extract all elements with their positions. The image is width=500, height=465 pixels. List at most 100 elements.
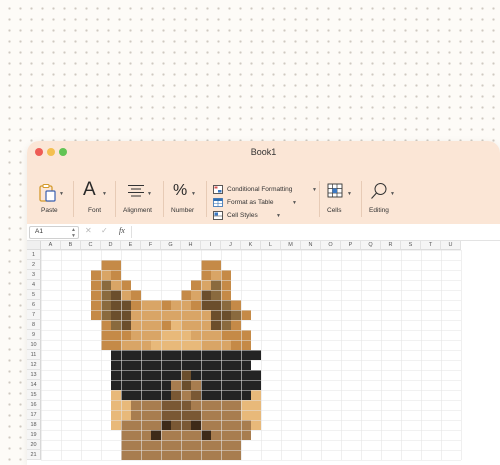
- pixel-cell[interactable]: [221, 300, 231, 310]
- cancel-icon[interactable]: ✕: [85, 226, 92, 235]
- pixel-cell[interactable]: [121, 360, 131, 370]
- pixel-cell[interactable]: [191, 410, 201, 420]
- pixel-cell[interactable]: [241, 370, 251, 380]
- pixel-cell[interactable]: [191, 300, 201, 310]
- font-button[interactable]: A ▼ Font: [81, 179, 111, 219]
- column-header-k[interactable]: K: [241, 241, 261, 250]
- pixel-cell[interactable]: [141, 320, 151, 330]
- pixel-cell[interactable]: [191, 330, 201, 340]
- pixel-cell[interactable]: [211, 260, 221, 270]
- pixel-cell[interactable]: [101, 280, 111, 290]
- pixel-cell[interactable]: [211, 370, 221, 380]
- pixel-cell[interactable]: [91, 300, 101, 310]
- pixel-cell[interactable]: [221, 370, 231, 380]
- pixel-cell[interactable]: [201, 420, 211, 430]
- pixel-cell[interactable]: [171, 380, 181, 390]
- pixel-cell[interactable]: [171, 310, 181, 320]
- pixel-cell[interactable]: [241, 340, 251, 350]
- pixel-cell[interactable]: [161, 420, 171, 430]
- pixel-cell[interactable]: [161, 400, 171, 410]
- pixel-cell[interactable]: [141, 330, 151, 340]
- pixel-cell[interactable]: [141, 450, 151, 460]
- pixel-cell[interactable]: [181, 350, 191, 360]
- column-header-h[interactable]: H: [181, 241, 201, 250]
- pixel-cell[interactable]: [151, 360, 161, 370]
- pixel-cell[interactable]: [221, 360, 231, 370]
- pixel-cell[interactable]: [211, 430, 221, 440]
- pixel-cell[interactable]: [221, 280, 231, 290]
- pixel-cell[interactable]: [211, 340, 221, 350]
- pixel-cell[interactable]: [201, 430, 211, 440]
- pixel-cell[interactable]: [161, 450, 171, 460]
- pixel-cell[interactable]: [161, 320, 171, 330]
- pixel-cell[interactable]: [211, 290, 221, 300]
- pixel-cell[interactable]: [241, 390, 251, 400]
- pixel-cell[interactable]: [121, 430, 131, 440]
- pixel-cell[interactable]: [141, 360, 151, 370]
- pixel-cell[interactable]: [191, 430, 201, 440]
- pixel-cell[interactable]: [161, 360, 171, 370]
- column-header-a[interactable]: A: [41, 241, 61, 250]
- column-header-u[interactable]: U: [441, 241, 461, 250]
- pixel-cell[interactable]: [141, 310, 151, 320]
- pixel-cell[interactable]: [201, 450, 211, 460]
- pixel-cell[interactable]: [141, 420, 151, 430]
- pixel-cell[interactable]: [121, 350, 131, 360]
- pixel-cell[interactable]: [201, 340, 211, 350]
- pixel-cell[interactable]: [121, 440, 131, 450]
- pixel-cell[interactable]: [201, 390, 211, 400]
- pixel-cell[interactable]: [91, 290, 101, 300]
- pixel-cell[interactable]: [131, 440, 141, 450]
- pixel-cell[interactable]: [191, 290, 201, 300]
- pixel-cell[interactable]: [211, 410, 221, 420]
- pixel-cell[interactable]: [221, 420, 231, 430]
- pixel-cell[interactable]: [111, 390, 121, 400]
- row-header-14[interactable]: 14: [27, 380, 41, 390]
- column-header-b[interactable]: B: [61, 241, 81, 250]
- row-header-6[interactable]: 6: [27, 300, 41, 310]
- pixel-cell[interactable]: [161, 380, 171, 390]
- pixel-cell[interactable]: [191, 310, 201, 320]
- pixel-cell[interactable]: [201, 270, 211, 280]
- column-header-s[interactable]: S: [401, 241, 421, 250]
- paste-button[interactable]: ▼ Paste: [35, 179, 65, 219]
- pixel-cell[interactable]: [101, 260, 111, 270]
- pixel-cell[interactable]: [151, 400, 161, 410]
- pixel-cell[interactable]: [91, 280, 101, 290]
- row-header-12[interactable]: 12: [27, 360, 41, 370]
- pixel-cell[interactable]: [231, 450, 241, 460]
- pixel-cell[interactable]: [121, 390, 131, 400]
- pixel-cell[interactable]: [221, 350, 231, 360]
- pixel-cell[interactable]: [111, 310, 121, 320]
- pixel-cell[interactable]: [191, 450, 201, 460]
- pixel-cell[interactable]: [201, 280, 211, 290]
- pixel-cell[interactable]: [121, 330, 131, 340]
- pixel-cell[interactable]: [151, 330, 161, 340]
- pixel-cell[interactable]: [211, 300, 221, 310]
- column-header-c[interactable]: C: [81, 241, 101, 250]
- function-icon[interactable]: fx: [119, 226, 125, 235]
- pixel-cell[interactable]: [151, 390, 161, 400]
- column-header-p[interactable]: P: [341, 241, 361, 250]
- pixel-cell[interactable]: [121, 340, 131, 350]
- pixel-cell[interactable]: [111, 280, 121, 290]
- pixel-cell[interactable]: [211, 320, 221, 330]
- pixel-cell[interactable]: [191, 280, 201, 290]
- pixel-cell[interactable]: [111, 380, 121, 390]
- pixel-cell[interactable]: [121, 370, 131, 380]
- pixel-cell[interactable]: [201, 330, 211, 340]
- pixel-cell[interactable]: [111, 400, 121, 410]
- pixel-cell[interactable]: [211, 420, 221, 430]
- pixel-cell[interactable]: [111, 290, 121, 300]
- pixel-cell[interactable]: [181, 400, 191, 410]
- pixel-cell[interactable]: [131, 330, 141, 340]
- pixel-cell[interactable]: [241, 400, 251, 410]
- pixel-cell[interactable]: [181, 430, 191, 440]
- pixel-cell[interactable]: [221, 380, 231, 390]
- row-header-1[interactable]: 1: [27, 250, 41, 260]
- pixel-cell[interactable]: [111, 260, 121, 270]
- pixel-cell[interactable]: [131, 290, 141, 300]
- pixel-cell[interactable]: [181, 290, 191, 300]
- pixel-cell[interactable]: [131, 380, 141, 390]
- pixel-cell[interactable]: [131, 310, 141, 320]
